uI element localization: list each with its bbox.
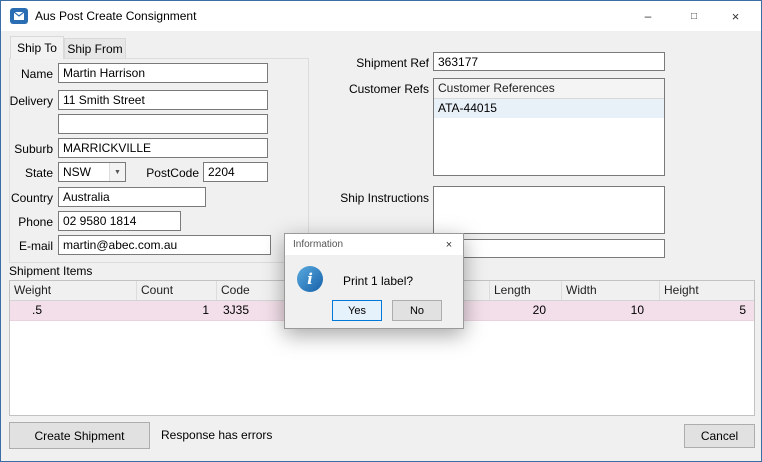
information-dialog: Information × i Print 1 label? Yes No <box>284 233 464 329</box>
cell-count: 1 <box>137 301 217 320</box>
shipment-items-label: Shipment Items <box>9 264 92 278</box>
tab-ship-to[interactable]: Ship To <box>10 36 64 59</box>
column-header-count[interactable]: Count <box>137 281 217 300</box>
dialog-title: Information <box>285 239 343 250</box>
delivery-field[interactable] <box>58 90 268 110</box>
tab-ship-from[interactable]: Ship From <box>64 38 126 59</box>
column-header-length[interactable]: Length <box>490 281 562 300</box>
dialog-close-icon[interactable]: × <box>435 234 463 255</box>
postcode-field[interactable] <box>203 162 268 182</box>
customer-refs-column-header[interactable]: Customer References <box>434 79 664 99</box>
name-field[interactable] <box>58 63 268 83</box>
suburb-label: Suburb <box>7 142 53 156</box>
suburb-field[interactable] <box>58 138 268 158</box>
yes-button[interactable]: Yes <box>332 300 382 321</box>
customer-refs-list[interactable]: Customer References ATA-44015 <box>433 78 665 176</box>
email-field[interactable] <box>58 235 271 255</box>
column-header-weight[interactable]: Weight <box>10 281 137 300</box>
ship-instructions-extra-field[interactable] <box>433 239 665 258</box>
info-icon: i <box>297 266 323 292</box>
ship-to-panel <box>9 58 309 263</box>
cell-weight: .5 <box>10 301 137 320</box>
phone-label: Phone <box>7 215 53 229</box>
status-text: Response has errors <box>161 428 272 442</box>
cell-height: 5 <box>660 301 754 320</box>
list-item[interactable]: ATA-44015 <box>434 99 664 118</box>
no-button[interactable]: No <box>392 300 442 321</box>
delivery-label: Delivery <box>7 94 53 108</box>
name-label: Name <box>7 67 53 81</box>
phone-field[interactable] <box>58 211 181 231</box>
country-field[interactable] <box>58 187 206 207</box>
title-bar[interactable]: Aus Post Create Consignment – □ × <box>1 1 761 31</box>
cancel-button[interactable]: Cancel <box>684 424 755 448</box>
shipment-ref-label: Shipment Ref <box>331 56 429 70</box>
cell-length: 20 <box>490 301 562 320</box>
column-header-width[interactable]: Width <box>562 281 660 300</box>
app-window: Aus Post Create Consignment – □ × Ship T… <box>0 0 762 462</box>
create-shipment-button[interactable]: Create Shipment <box>9 422 150 449</box>
dialog-message: Print 1 label? <box>343 274 413 288</box>
window-title: Aus Post Create Consignment <box>35 9 196 23</box>
ship-instructions-field[interactable] <box>433 186 665 234</box>
app-icon <box>9 6 29 26</box>
delivery-line2-field[interactable] <box>58 114 268 134</box>
state-select[interactable]: NSW ▼ <box>58 162 126 182</box>
state-value: NSW <box>63 165 91 179</box>
shipment-ref-field[interactable] <box>433 52 665 71</box>
close-icon[interactable]: × <box>709 1 762 31</box>
column-header-height[interactable]: Height <box>660 281 754 300</box>
postcode-label: PostCode <box>141 166 199 180</box>
state-label: State <box>7 166 53 180</box>
chevron-down-icon: ▼ <box>109 163 125 181</box>
ship-instructions-label: Ship Instructions <box>319 191 429 205</box>
dialog-title-bar[interactable]: Information × <box>285 234 463 255</box>
cell-width: 10 <box>562 301 660 320</box>
email-label: E-mail <box>7 239 53 253</box>
country-label: Country <box>7 191 53 205</box>
minimize-icon[interactable]: – <box>625 1 671 31</box>
customer-refs-label: Customer Refs <box>331 82 429 96</box>
